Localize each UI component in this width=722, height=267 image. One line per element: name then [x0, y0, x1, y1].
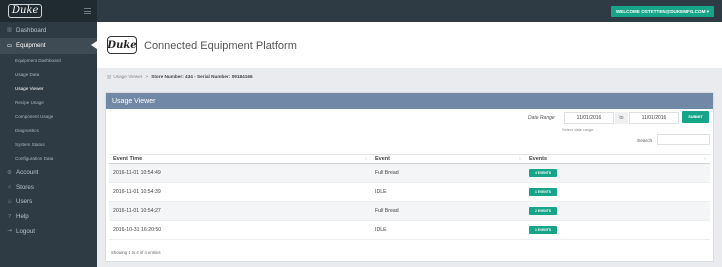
sidebar-item-account[interactable]: ⚙ Account: [0, 166, 97, 181]
sidebar-item-users[interactable]: ☺ Users: [0, 195, 97, 210]
event-time-cell: 2016-11-01 10:54:39: [109, 182, 371, 202]
users-icon: ☺: [6, 198, 13, 205]
event-cell: Full Bread: [371, 201, 525, 221]
sort-icon: ↑↓: [518, 156, 522, 161]
events-button[interactable]: 1 EVENTS: [529, 226, 557, 234]
page-header: Duke Connected Equipment Platform: [97, 22, 722, 68]
column-header-event[interactable]: Event ↑↓: [371, 154, 525, 164]
sidebar-item-component-usage[interactable]: Component Usage: [0, 110, 97, 124]
date-range-help: Select date range: [562, 127, 594, 132]
events-cell: 4 EVENTS: [525, 163, 710, 183]
chart-icon: ▥: [107, 73, 112, 79]
events-cell: 1 EVENTS: [525, 182, 710, 202]
table-info: Showing 1 to 4 of 4 entries: [111, 250, 161, 255]
event-cell: IDLE: [371, 220, 525, 240]
event-cell: Full Bread: [371, 163, 525, 183]
date-from-input[interactable]: 11/01/2016: [564, 112, 614, 124]
top-bar: WELCOME OSTETTEN@DUKEMFG.COM ▾: [97, 0, 722, 22]
sidebar-item-label: Dashboard: [16, 26, 47, 34]
sidebar-item-system-status[interactable]: System Status: [0, 138, 97, 152]
usage-table: Event Time ↑↓ Event ↑↓ Events ↑↓ 2016-11-01…: [109, 154, 710, 240]
table-row: 2016-11-01 10:54:49 Full Bread 4 EVENTS: [109, 163, 710, 183]
table-row: 2016-10-31 16:20:50 IDLE 1 EVENTS: [109, 220, 710, 240]
sidebar-item-help[interactable]: ? Help: [0, 209, 97, 224]
usage-viewer-panel: Usage Viewer Date Range 11/01/2016 to 11…: [105, 92, 714, 262]
breadcrumb-separator: >: [145, 74, 149, 79]
sidebar-item-stores[interactable]: ⌂ Stores: [0, 180, 97, 195]
page-title: Connected Equipment Platform: [144, 40, 297, 52]
sidebar-item-recipe-usage[interactable]: Recipe Usage: [0, 96, 97, 110]
sidebar-item-dashboard[interactable]: ▥ Dashboard: [0, 23, 97, 38]
brand-bar: Duke: [0, 0, 97, 22]
sidebar: Duke ▥ Dashboard ▭ Equipment Equipment D…: [0, 0, 97, 267]
event-time-cell: 2016-10-31 16:20:50: [109, 220, 371, 240]
account-icon: ⚙: [7, 169, 12, 176]
sidebar-item-diagnostics[interactable]: Diagnostics: [0, 124, 97, 138]
event-time-cell: 2016-11-01 10:54:49: [109, 163, 371, 183]
menu-toggle-icon[interactable]: [84, 8, 91, 14]
sidebar-item-configuration-data[interactable]: Configuration Data: [0, 152, 97, 166]
breadcrumb: ▥ Usage Viewer > Store Number: 434 - Ser…: [97, 68, 722, 85]
sidebar-item-equipment[interactable]: ▭ Equipment: [0, 37, 97, 54]
date-to-input[interactable]: 11/01/2016: [629, 112, 679, 124]
brand-logo[interactable]: Duke: [8, 4, 43, 18]
help-icon: ?: [7, 213, 12, 220]
events-cell: 1 EVENTS: [525, 220, 710, 240]
sort-icon: ↑↓: [703, 156, 707, 161]
store-icon: ⌂: [7, 184, 12, 191]
sidebar-item-equipment-dashboard[interactable]: Equipment Dashboard: [0, 54, 97, 68]
events-button[interactable]: 2 EVENTS: [529, 207, 557, 215]
breadcrumb-detail: Store Number: 434 - Serial Number: 09184…: [151, 74, 253, 79]
date-range-label: Date Range: [528, 115, 555, 121]
search-input[interactable]: [657, 134, 710, 145]
sidebar-item-label: Account: [16, 169, 39, 177]
breadcrumb-page[interactable]: Usage Viewer: [113, 74, 142, 79]
column-header-events[interactable]: Events ↑↓: [525, 154, 710, 164]
table-row: 2016-11-01 10:54:27 Full Bread 2 EVENTS: [109, 201, 710, 221]
table-row: 2016-11-01 10:54:39 IDLE 1 EVENTS: [109, 182, 710, 202]
events-cell: 2 EVENTS: [525, 201, 710, 221]
header-logo: Duke: [107, 36, 137, 54]
sidebar-item-label: Equipment: [16, 42, 46, 49]
panel-title: Usage Viewer: [106, 93, 713, 109]
event-cell: IDLE: [371, 182, 525, 202]
events-button[interactable]: 1 EVENTS: [529, 188, 557, 196]
search-label: Search: [637, 139, 653, 144]
monitor-icon: ▭: [6, 42, 13, 49]
user-menu-button[interactable]: WELCOME OSTETTEN@DUKEMFG.COM ▾: [610, 6, 714, 17]
sidebar-item-label: Help: [16, 213, 29, 221]
sort-icon: ↑↓: [364, 156, 368, 161]
sidebar-item-logout[interactable]: ⇥ Logout: [0, 224, 97, 239]
column-header-event-time[interactable]: Event Time ↑↓: [109, 154, 371, 164]
sidebar-item-label: Stores: [16, 183, 34, 191]
date-to-label: to: [615, 112, 628, 124]
sidebar-item-usage-data[interactable]: Usage Data: [0, 68, 97, 82]
submit-button[interactable]: SUBMIT: [682, 111, 709, 123]
sidebar-item-label: Users: [16, 198, 33, 206]
chart-icon: ▥: [6, 27, 13, 34]
sidebar-item-usage-viewer[interactable]: Usage Viewer: [0, 82, 97, 96]
sidebar-item-label: Logout: [16, 227, 35, 235]
logout-icon: ⇥: [7, 228, 12, 235]
event-time-cell: 2016-11-01 10:54:27: [109, 201, 371, 221]
events-button[interactable]: 4 EVENTS: [529, 169, 557, 177]
